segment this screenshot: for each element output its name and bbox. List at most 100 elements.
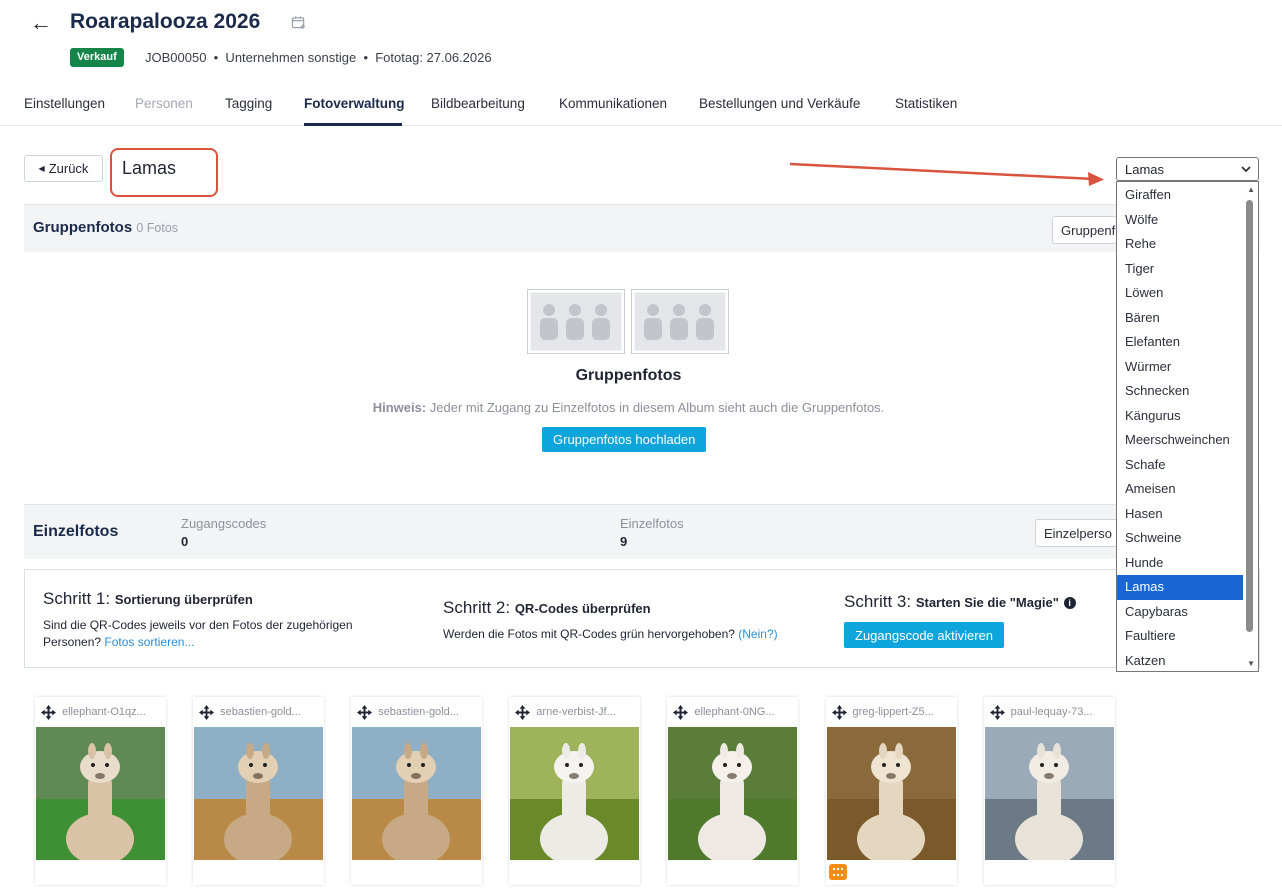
photo-filename: ellephant-0NG... [694,706,775,718]
album-option[interactable]: Tiger [1117,257,1244,282]
tab-tagging[interactable]: Tagging [225,96,272,111]
album-option[interactable]: Capybaras [1117,600,1244,625]
album-option[interactable]: Schnecken [1117,379,1244,404]
sort-photos-link[interactable]: Fotos sortieren... [104,635,194,649]
move-icon[interactable] [356,704,373,721]
photo-thumbnail[interactable] [36,727,165,860]
photo-card[interactable]: ellephant-O1qz... [35,697,166,885]
album-option[interactable]: Schafe [1117,453,1244,478]
album-option[interactable]: Katzen [1117,649,1244,672]
single-photos-value: 9 [620,534,628,549]
group-empty-title: Gruppenfotos [575,367,682,384]
album-option[interactable]: Würmer [1117,355,1244,380]
photo-card[interactable]: greg-lippert-Z5... [825,697,957,885]
group-people-icon [527,289,729,354]
dropdown-scrollbar[interactable]: ▲ ▼ [1243,182,1258,671]
group-empty-hint: Hinweis: Jeder mit Zugang zu Einzelfotos… [372,400,885,415]
album-option[interactable]: Meerschweinchen [1117,428,1244,453]
back-button-label: Zurück [48,161,89,176]
single-photos-label: Einzelfotos [620,516,684,531]
photo-card[interactable]: ellephant-0NG... [667,697,799,885]
tab-personen: Personen [135,96,193,111]
photo-thumbnail[interactable] [352,727,482,860]
album-dropdown-list: Giraffen Wölfe Rehe Tiger Löwen Bären Elefante… [1116,181,1259,672]
scroll-down-icon[interactable]: ▼ [1247,659,1255,668]
single-persons-button[interactable]: Einzelperso [1035,519,1122,547]
step1-title: Schritt 1: Sortierung überprüfen [43,589,253,608]
album-option[interactable]: Hunde [1117,551,1244,576]
photo-card[interactable]: arne-verbist-Jf... [509,697,641,885]
photo-filename: sebastien-gold... [220,706,301,718]
photo-thumbnail[interactable] [194,727,324,860]
scrollbar-thumb[interactable] [1246,200,1253,632]
album-option[interactable]: Hasen [1117,502,1244,527]
photo-filename: paul-lequay-73... [1010,706,1093,718]
album-option[interactable]: Löwen [1117,281,1244,306]
back-button[interactable]: ◀ Zurück [24,155,103,182]
tab-einstellungen[interactable]: Einstellungen [24,96,105,111]
move-icon[interactable] [831,704,848,721]
tab-fotoverwaltung[interactable]: Fotoverwaltung [304,96,405,111]
group-photos-count: 0 Fotos [136,221,179,235]
album-option[interactable]: Schweine [1117,526,1244,551]
tab-bar: Einstellungen Personen Tagging Fotoverwa… [0,86,1282,126]
photo-card[interactable]: sebastien-gold... [351,697,483,885]
album-option[interactable]: Elefanten [1117,330,1244,355]
caret-left-icon: ◀ [38,164,45,173]
single-photos-header: Einzelfotos Zugangscodes 0 Einzelfotos 9… [24,504,1260,559]
photo-thumbnail[interactable] [984,727,1114,860]
photo-thumbnail[interactable] [510,727,640,860]
qr-help-link[interactable]: (Nein?) [738,627,777,641]
steps-panel: Schritt 1: Sortierung überprüfen Sind di… [24,569,1260,668]
group-photos-header: Gruppenfotos 0 Fotos Gruppenf [24,204,1260,252]
photo-card[interactable]: sebastien-gold... [193,697,325,885]
chevron-down-icon [1241,166,1251,173]
album-option[interactable]: Rehe [1117,232,1244,257]
page-title: Roarapalooza 2026 [70,10,261,33]
move-icon[interactable] [989,704,1006,721]
job-meta: JOB00050 • Unternehmen sonstige • Fotota… [145,50,492,65]
photo-thumbnail[interactable] [826,727,956,860]
step1-text: Sind die QR-Codes jeweils vor den Fotos … [43,618,353,649]
access-codes-value: 0 [181,534,189,549]
move-icon[interactable] [672,704,689,721]
active-tab-indicator [304,123,402,126]
move-icon[interactable] [198,704,215,721]
move-icon[interactable] [40,704,57,721]
step3-title: Schritt 3: Starten Sie die "Magie" i [844,592,1076,612]
move-icon[interactable] [514,704,531,721]
scroll-up-icon[interactable]: ▲ [1247,185,1255,194]
upload-group-photos-button[interactable]: Gruppenfotos hochladen [542,427,707,452]
tab-kommunikationen[interactable]: Kommunikationen [559,96,667,111]
step2-title: Schritt 2: QR-Codes überprüfen [443,598,651,617]
annotation-arrow [789,162,1104,186]
tab-bestellungen[interactable]: Bestellungen und Verkäufe [699,96,860,111]
access-codes-label: Zugangscodes [181,516,267,531]
group-photos-button[interactable]: Gruppenf [1052,216,1122,244]
album-name: Lamas [122,158,177,178]
single-photos-title: Einzelfotos [33,523,119,540]
album-option[interactable]: Lamas [1117,575,1244,600]
album-option[interactable]: Ameisen [1117,477,1244,502]
group-photos-title: Gruppenfotos 0 Fotos [33,219,179,236]
info-icon[interactable]: i [1063,597,1076,609]
photo-thumbnail[interactable] [668,727,798,860]
qr-code-badge-icon [828,864,847,880]
album-select-value: Lamas [1125,161,1165,177]
step2-text: Werden die Fotos mit QR-Codes grün hervo… [443,627,778,641]
activate-access-code-button[interactable]: Zugangscode aktivieren [844,622,1005,648]
photo-filename: arne-verbist-Jf... [536,706,616,718]
photo-card[interactable]: paul-lequay-73... [983,697,1115,885]
album-option[interactable]: Kängurus [1117,404,1244,429]
album-select[interactable]: Lamas [1116,157,1259,181]
album-option[interactable]: Bären [1117,306,1244,331]
photo-filename: ellephant-O1qz... [62,706,146,718]
back-arrow-icon[interactable]: ← [30,10,52,36]
album-option[interactable]: Wölfe [1117,208,1244,233]
photo-filename: greg-lippert-Z5... [852,706,934,718]
calendar-add-icon[interactable] [291,15,306,30]
album-option[interactable]: Faultiere [1117,624,1244,649]
tab-bildbearbeitung[interactable]: Bildbearbeitung [431,96,525,111]
album-option[interactable]: Giraffen [1117,183,1244,208]
tab-statistiken[interactable]: Statistiken [895,96,957,111]
